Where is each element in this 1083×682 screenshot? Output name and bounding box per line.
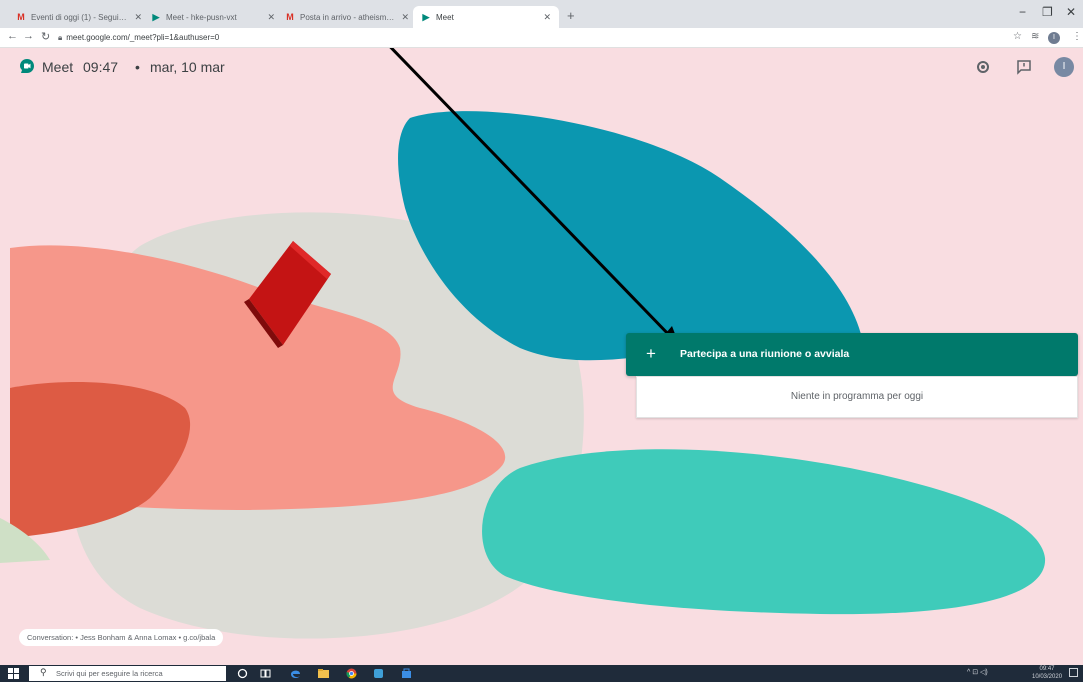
edge-browser-icon[interactable]: [290, 668, 301, 679]
task-view-icon[interactable]: [260, 668, 271, 679]
lock-icon: 🔒︎: [58, 33, 63, 42]
menu-icon[interactable]: ⋮: [1072, 31, 1082, 42]
clock-date: 10/03/2020: [1032, 674, 1063, 680]
forward-icon[interactable]: →: [23, 30, 34, 42]
windows-start-icon[interactable]: [8, 668, 19, 679]
close-tab-icon[interactable]: ✕: [401, 12, 409, 23]
url-field[interactable]: 🔒︎ meet.google.com/_meet?pli=1&authuser=0: [58, 30, 958, 46]
system-tray[interactable]: ^ ⊡ ◁): [967, 668, 988, 676]
browser-tab[interactable]: M Posta in arrivo - atheism@google... ✕: [277, 6, 417, 28]
settings-gear-icon[interactable]: [975, 59, 991, 75]
browser-tab[interactable]: M Eventi di oggi (1) - Segui il MOOC ...…: [8, 6, 150, 28]
app-icon[interactable]: [373, 668, 384, 679]
schedule-empty-message: Niente in programma per oggi: [790, 391, 924, 402]
schedule-card: Niente in programma per oggi: [636, 376, 1078, 418]
plus-icon: +: [646, 344, 656, 363]
app-name: Meet: [42, 59, 74, 75]
feedback-icon[interactable]: [1016, 59, 1032, 75]
extension-icon[interactable]: ≋: [1031, 31, 1039, 42]
browser-tab-bar: M Eventi di oggi (1) - Segui il MOOC ...…: [0, 0, 1083, 28]
gmail-icon: M: [17, 12, 25, 22]
current-date: mar, 10 mar: [150, 59, 225, 75]
taskbar-search-placeholder: Scrivi qui per eseguire la ricerca: [56, 669, 163, 678]
taskbar-clock[interactable]: 09:47 10/03/2020: [1032, 665, 1062, 681]
search-icon: ⚲: [40, 667, 47, 677]
back-icon[interactable]: ←: [7, 30, 18, 42]
profile-icon[interactable]: I: [1048, 32, 1060, 44]
meet-header: Meet 09:47 • mar, 10 mar I: [0, 48, 1083, 92]
reload-icon[interactable]: ↻: [41, 30, 50, 43]
meet-page: Meet 09:47 • mar, 10 mar I + Partecipa a…: [0, 48, 1083, 665]
close-tab-icon[interactable]: ✕: [267, 12, 275, 23]
close-tab-icon[interactable]: ✕: [543, 12, 551, 23]
minimize-icon[interactable]: −: [1019, 5, 1026, 19]
notification-center-icon[interactable]: [1069, 668, 1078, 677]
close-window-icon[interactable]: ✕: [1066, 5, 1076, 19]
meet-icon: ▶: [152, 12, 160, 22]
illustration-credit[interactable]: Conversation: • Jess Bonham & Anna Lomax…: [19, 629, 224, 646]
close-tab-icon[interactable]: ✕: [134, 12, 142, 23]
windows-taskbar: ⚲ Scrivi qui per eseguire la ricerca ^ ⊡…: [0, 665, 1083, 682]
windows-store-icon[interactable]: [401, 668, 412, 679]
taskbar-search-box[interactable]: ⚲ Scrivi qui per eseguire la ricerca: [29, 666, 226, 681]
meet-logo-icon: [20, 59, 34, 73]
teal-blob: [482, 449, 1046, 615]
file-explorer-icon[interactable]: [318, 668, 329, 679]
cortana-icon[interactable]: [237, 668, 248, 679]
url-text: meet.google.com/_meet?pli=1&authuser=0: [66, 33, 220, 42]
new-tab-button[interactable]: +: [567, 8, 575, 23]
clock-time: 09:47: [1039, 666, 1055, 672]
chrome-icon[interactable]: [346, 668, 357, 679]
gmail-icon: M: [286, 12, 294, 22]
bookmark-star-icon[interactable]: ☆: [1013, 31, 1022, 42]
join-or-start-meeting-button[interactable]: + Partecipa a una riunione o avviala: [626, 333, 1078, 376]
join-button-label: Partecipa a una riunione o avviala: [680, 348, 850, 360]
meet-icon: ▶: [422, 12, 430, 22]
browser-tab-active[interactable]: ▶ Meet ✕: [413, 6, 559, 28]
current-time: 09:47: [83, 59, 119, 75]
browser-tab[interactable]: ▶ Meet - hke-pusn-vxt ✕: [143, 6, 283, 28]
restore-icon[interactable]: ❐: [1042, 5, 1053, 19]
address-bar: ← → ↻ 🔒︎ meet.google.com/_meet?pli=1&auth…: [0, 28, 1083, 48]
app-title: Meet 09:47: [42, 59, 118, 75]
screen: M Eventi di oggi (1) - Segui il MOOC ...…: [0, 0, 1083, 682]
separator-dot: •: [135, 59, 140, 75]
account-avatar[interactable]: I: [1054, 57, 1074, 77]
